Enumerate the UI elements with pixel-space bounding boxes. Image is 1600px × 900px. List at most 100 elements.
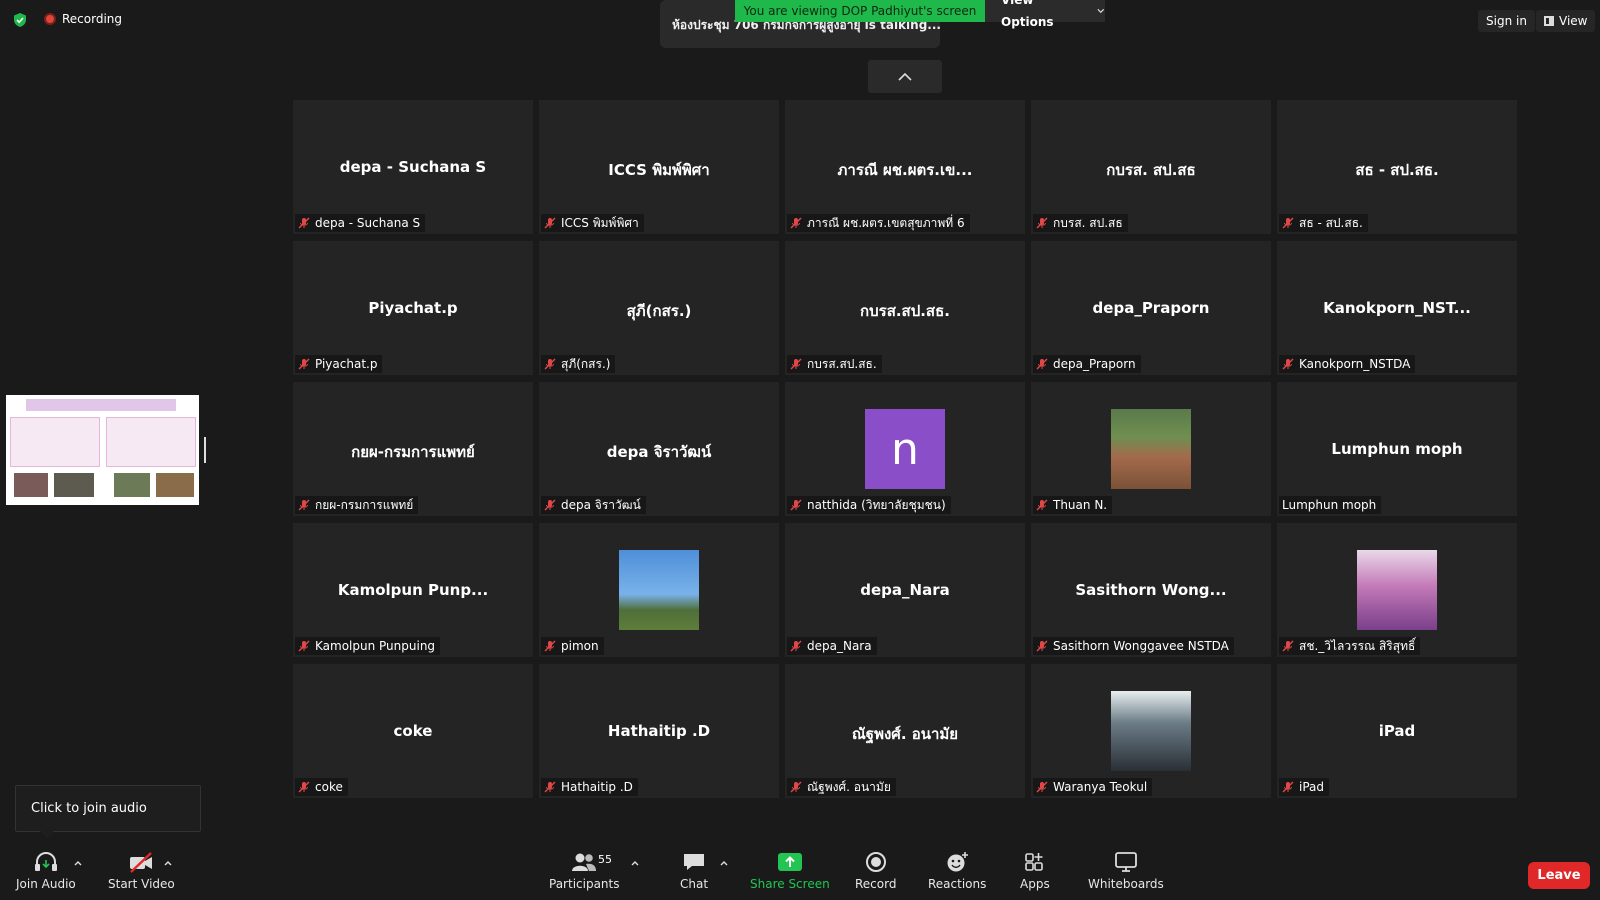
apps-button[interactable]: Apps xyxy=(1020,851,1050,891)
mic-muted-icon xyxy=(298,499,310,511)
reactions-label: Reactions xyxy=(928,877,987,891)
mic-muted-icon xyxy=(298,217,310,229)
participant-name-label: สธ - สป.สธ. xyxy=(1299,216,1363,230)
slide-panel-right xyxy=(106,417,196,467)
chevron-up-icon xyxy=(898,72,912,81)
mic-muted-icon xyxy=(544,640,556,652)
participant-tile[interactable]: depa - Suchana S depa - Suchana S xyxy=(293,100,533,234)
participant-tile[interactable]: Lumphun moph Lumphun moph xyxy=(1277,382,1517,516)
participant-tile[interactable]: depa_Praporn depa_Praporn xyxy=(1031,241,1271,375)
sign-in-button[interactable]: Sign in xyxy=(1478,10,1535,32)
share-screen-label: Share Screen xyxy=(750,877,830,891)
reactions-icon xyxy=(947,852,969,872)
participant-tile[interactable]: กบรส. สป.สธ กบรส. สป.สธ xyxy=(1031,100,1271,234)
participant-tile[interactable]: Kamolpun Punp... Kamolpun Punpuing xyxy=(293,523,533,657)
whiteboards-label: Whiteboards xyxy=(1088,877,1164,891)
whiteboards-button[interactable]: Whiteboards xyxy=(1088,851,1164,891)
participant-display-name: coke xyxy=(393,722,433,740)
participant-tile[interactable]: depa_Nara depa_Nara xyxy=(785,523,1025,657)
participant-name-label: ภารณี ผช.ผตร.เขตสุขภาพที่ 6 xyxy=(807,216,965,230)
participant-avatar-photo xyxy=(619,550,699,630)
chat-button[interactable]: Chat xyxy=(680,851,708,891)
chevron-down-icon xyxy=(1097,8,1105,14)
participant-display-name: Kamolpun Punp... xyxy=(337,581,489,599)
participant-display-name: Sasithorn Wong... xyxy=(1075,581,1227,599)
participant-tile[interactable]: สช._วิไลวรรณ สิริสุทธิ์ xyxy=(1277,523,1517,657)
mic-muted-icon xyxy=(1036,640,1048,652)
participant-avatar-photo xyxy=(1357,550,1437,630)
participant-display-name: Lumphun moph xyxy=(1331,440,1463,458)
participant-tile[interactable]: สุภี(กสร.) สุภี(กสร.) xyxy=(539,241,779,375)
participant-tile[interactable]: Kanokporn_NST... Kanokporn_NSTDA xyxy=(1277,241,1517,375)
participant-name-label: iPad xyxy=(1299,780,1325,794)
participant-display-name: กบรส.สป.สธ. xyxy=(860,302,950,320)
mic-muted-icon xyxy=(298,781,310,793)
collapse-gallery-button[interactable] xyxy=(868,60,942,93)
leave-button[interactable]: Leave xyxy=(1528,862,1590,889)
participant-name-label: กยผ-กรมการแพทย์ xyxy=(315,498,414,512)
participant-tile[interactable]: ภารณี ผช.ผตร.เข... ภารณี ผช.ผตร.เขตสุขภาพ… xyxy=(785,100,1025,234)
participant-name-tag: ณัฐพงศ์. อนามัย xyxy=(787,778,896,796)
chat-label: Chat xyxy=(680,877,709,891)
participant-display-name: สธ - สป.สธ. xyxy=(1355,161,1439,179)
record-button[interactable]: Record xyxy=(855,851,896,891)
participant-tile[interactable]: depa จิราวัฒน์ depa จิราวัฒน์ xyxy=(539,382,779,516)
participant-tile[interactable]: ICCS พิมพ์พิศา ICCS พิมพ์พิศา xyxy=(539,100,779,234)
view-button[interactable]: View xyxy=(1536,10,1596,32)
participants-caret-icon[interactable] xyxy=(630,858,640,868)
participant-tile[interactable]: Piyachat.p Piyachat.p xyxy=(293,241,533,375)
slide-photo xyxy=(114,473,150,497)
participant-name-label: Sasithorn Wonggavee NSTDA xyxy=(1053,639,1229,653)
participant-name-tag: depa จิราวัฒน์ xyxy=(541,496,646,514)
chat-caret-icon[interactable] xyxy=(719,858,729,868)
participant-name-label: Waranya Teokul xyxy=(1053,780,1148,794)
participant-name-label: กบรส. สป.สธ xyxy=(1053,216,1123,230)
participant-tile[interactable]: กบรส.สป.สธ. กบรส.สป.สธ. xyxy=(785,241,1025,375)
participant-name-label: สุภี(กสร.) xyxy=(561,357,611,371)
participant-tile[interactable]: coke coke xyxy=(293,664,533,798)
participant-tile[interactable]: Hathaitip .D Hathaitip .D xyxy=(539,664,779,798)
participant-tile[interactable]: สธ - สป.สธ. สธ - สป.สธ. xyxy=(1277,100,1517,234)
participant-tile[interactable]: Waranya Teokul xyxy=(1031,664,1271,798)
video-options-caret-icon[interactable] xyxy=(163,858,173,868)
resize-splitter[interactable] xyxy=(204,437,206,463)
participant-tile[interactable]: ณัฐพงศ์. อนามัย ณัฐพงศ์. อนามัย xyxy=(785,664,1025,798)
participant-tile[interactable]: iPad iPad xyxy=(1277,664,1517,798)
participant-tile[interactable]: n natthida (วิทยาลัยชุมชน) xyxy=(785,382,1025,516)
join-audio-button[interactable]: Join Audio xyxy=(16,851,76,891)
mic-muted-icon xyxy=(790,499,802,511)
participant-display-name: Piyachat.p xyxy=(368,299,458,317)
participant-name-tag: กบรส.สป.สธ. xyxy=(787,355,882,373)
view-options-button[interactable]: View Options xyxy=(985,0,1105,29)
recording-indicator[interactable]: Recording xyxy=(44,12,122,26)
participant-name-tag: สธ - สป.สธ. xyxy=(1279,214,1368,232)
participant-tile[interactable]: กยผ-กรมการแพทย์ กยผ-กรมการแพทย์ xyxy=(293,382,533,516)
share-screen-icon xyxy=(777,853,802,871)
participant-display-name: ICCS พิมพ์พิศา xyxy=(608,161,710,179)
shield-icon[interactable] xyxy=(12,12,28,28)
start-video-label: Start Video xyxy=(108,877,175,891)
audio-options-caret-icon[interactable] xyxy=(73,858,83,868)
mic-muted-icon xyxy=(298,640,310,652)
participant-display-name: กยผ-กรมการแพทย์ xyxy=(351,443,475,461)
share-screen-button[interactable]: Share Screen xyxy=(750,851,830,891)
participant-name-tag: สุภี(กสร.) xyxy=(541,355,616,373)
participant-name-label: ณัฐพงศ์. อนามัย xyxy=(807,780,891,794)
participant-name-label: Lumphun moph xyxy=(1282,498,1377,512)
participant-tile[interactable]: Thuan N. xyxy=(1031,382,1271,516)
mic-muted-icon xyxy=(1282,640,1294,652)
shared-screen-thumbnail[interactable] xyxy=(6,395,199,505)
reactions-button[interactable]: Reactions xyxy=(928,851,986,891)
participant-name-tag: depa - Suchana S xyxy=(295,214,426,232)
mic-muted-icon xyxy=(1036,781,1048,793)
participant-display-name: depa - Suchana S xyxy=(339,158,487,176)
start-video-button[interactable]: Start Video xyxy=(108,851,175,891)
participant-tile[interactable]: Sasithorn Wong... Sasithorn Wonggavee NST… xyxy=(1031,523,1271,657)
participant-tile[interactable]: pimon xyxy=(539,523,779,657)
participant-name-label: สช._วิไลวรรณ สิริสุทธิ์ xyxy=(1299,639,1416,653)
mic-muted-icon xyxy=(1036,499,1048,511)
participant-name-label: Kanokporn_NSTDA xyxy=(1299,357,1411,371)
participant-display-name: Kanokporn_NST... xyxy=(1323,299,1471,317)
participant-avatar-photo xyxy=(1111,409,1191,489)
participant-name-tag: Piyachat.p xyxy=(295,355,383,373)
